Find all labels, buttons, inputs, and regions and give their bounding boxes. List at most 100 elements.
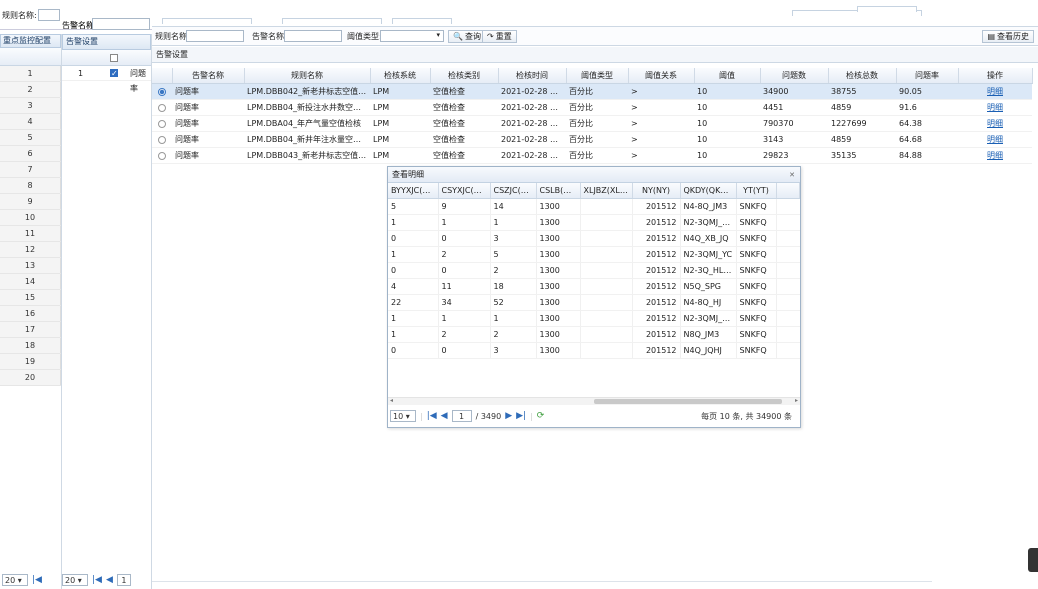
table-row[interactable]: 8 (0, 177, 61, 194)
table-row[interactable]: 9 (0, 193, 61, 210)
cell-op[interactable]: 明细 (958, 147, 1032, 164)
row-radio-cell[interactable] (152, 147, 172, 164)
col-header[interactable]: 告警名称 (172, 68, 245, 84)
cell-op[interactable]: 明细 (958, 131, 1032, 148)
table-row[interactable]: 0 0 3 1300 201512 N4Q_XB_JQ SNKFQ (388, 230, 800, 247)
col-header[interactable]: 检核时间 (498, 68, 567, 84)
row-radio-cell[interactable] (152, 115, 172, 132)
table-row[interactable]: 5 9 14 1300 201512 N4-8Q_JM3 SNKFQ (388, 198, 800, 215)
table-row[interactable]: 4 11 18 1300 201512 N5Q_SPG SNKFQ (388, 278, 800, 295)
detail-col-header[interactable]: CSLB(CSLB) (536, 183, 581, 199)
select-all-checkbox[interactable] (110, 54, 118, 62)
table-row[interactable]: 0 0 3 1300 201512 N4Q_JQHJ SNKFQ (388, 342, 800, 359)
detail-col-header[interactable]: BYYXJC(BYYXJC) (388, 183, 439, 199)
table-row[interactable]: 11 (0, 225, 61, 242)
col-header[interactable]: 问题数 (760, 68, 829, 84)
table-row[interactable]: 5 (0, 129, 61, 146)
table-row[interactable]: 1 (0, 66, 61, 82)
table-row[interactable]: 16 (0, 305, 61, 322)
table-row[interactable]: 13 (0, 257, 61, 274)
rule-name-input-left[interactable] (38, 9, 60, 21)
scroll-left-icon[interactable]: ◂ (390, 397, 393, 404)
view-history-button[interactable]: ▤ 查看历史 (982, 30, 1034, 43)
dialog-page-size-select[interactable]: 10 ▾ (390, 410, 416, 422)
cell-op[interactable]: 明细 (958, 99, 1032, 116)
detail-col-header[interactable]: XLJBZ(XLJBZ) (580, 183, 633, 199)
search-button[interactable]: 🔍 查询 (448, 30, 486, 43)
table-row[interactable]: 问题率 LPM.DBA04_年产气量空值检核 LPM 空值检查 2021-02-28 0… (152, 115, 1032, 132)
first-page-icon[interactable]: |◀ (32, 575, 42, 585)
table-row[interactable]: 15 (0, 289, 61, 306)
table-row[interactable]: 22 34 52 1300 201512 N4-8Q_HJ SNKFQ (388, 294, 800, 311)
table-row[interactable]: 问题率 LPM.DBB04_新投注水井数空值检核 LPM 空值检查 2021-02-28… (152, 99, 1032, 116)
col-header[interactable]: 规则名称 (244, 68, 371, 84)
col-header[interactable]: 检核总数 (828, 68, 897, 84)
next-page-icon[interactable]: ▶ (505, 411, 512, 421)
scroll-right-icon[interactable]: ▸ (795, 397, 798, 404)
rule-name-input[interactable] (186, 30, 244, 42)
prev-page-icon[interactable]: ◀ (441, 411, 448, 421)
col-header[interactable]: 阈值类型 (566, 68, 629, 84)
table-row[interactable]: 1 2 2 1300 201512 N8Q_JM3 SNKFQ (388, 326, 800, 343)
row-radio[interactable] (158, 87, 166, 96)
table-row[interactable]: 问题率 LPM.DBB042_新老井标志空值检核 LPM 空值检查 2021-02-28… (152, 83, 1032, 100)
detail-col-header[interactable]: QKDY(QKDY) (680, 183, 737, 199)
table-row[interactable]: 4 (0, 113, 61, 130)
first-page-icon[interactable]: |◀ (427, 411, 437, 421)
row-radio[interactable] (158, 119, 166, 128)
detail-col-header[interactable]: YT(YT) (736, 183, 777, 199)
alarm-first-page-icon[interactable]: |◀ (92, 575, 102, 585)
table-row[interactable]: 1111300201512N2-3QMJ_ZKD...SNKFQ (388, 214, 800, 231)
dialog-page-input[interactable]: 1 (451, 410, 472, 422)
table-row[interactable]: 问题率 LPM.DBB043_新老井标志空值检核 LPM 空值检查 2021-02-28… (152, 147, 1032, 164)
table-row[interactable]: 6 (0, 145, 61, 162)
reset-button[interactable]: ↷ 重置 (482, 30, 517, 43)
side-widget[interactable] (1028, 548, 1038, 572)
table-row[interactable]: 17 (0, 321, 61, 338)
detail-col-header[interactable]: CSZJC(CSZJC) (490, 183, 537, 199)
col-header[interactable]: 阈值关系 (628, 68, 695, 84)
scrollbar-thumb[interactable] (594, 399, 782, 404)
table-row[interactable]: 问题率 LPM.DBB04_新井年注水量空值检核 LPM 空值检查 2021-02-28… (152, 131, 1032, 148)
alarm-page-input[interactable]: 1 (116, 574, 131, 586)
row-radio-cell[interactable] (152, 99, 172, 116)
alarm-name-input[interactable] (284, 30, 342, 42)
col-header[interactable]: 检核类别 (430, 68, 499, 84)
table-row[interactable]: 10 (0, 209, 61, 226)
col-header[interactable]: 检核系统 (370, 68, 431, 84)
close-icon[interactable]: ✕ (789, 167, 795, 183)
table-row[interactable]: 20 (0, 369, 61, 386)
table-row[interactable]: 12 (0, 241, 61, 258)
detail-col-header[interactable]: NY(NY) (632, 183, 681, 199)
cell-op[interactable]: 明细 (958, 83, 1032, 100)
table-row[interactable]: 0 0 2 1300 201512 N2-3Q_HL_JQ SNKFQ (388, 262, 800, 279)
refresh-icon[interactable]: ⟳ (537, 411, 545, 421)
col-header[interactable]: 阈值 (694, 68, 761, 84)
row-radio[interactable] (158, 135, 166, 144)
alarm-prev-page-icon[interactable]: ◀ (106, 575, 113, 585)
table-row[interactable]: 3 (0, 97, 61, 114)
last-page-icon[interactable]: ▶| (516, 411, 526, 421)
table-row[interactable]: 7 (0, 161, 61, 178)
row-radio-cell[interactable] (152, 131, 172, 148)
detail-col-header[interactable]: CSYXJC(CSYXJC) (438, 183, 491, 199)
table-row[interactable]: 2 (0, 81, 61, 98)
col-header[interactable]: 问题率 (896, 68, 959, 84)
cell-op[interactable]: 明细 (958, 115, 1032, 132)
row-checkbox[interactable] (110, 66, 118, 81)
list-item[interactable]: 1 问题率 (62, 66, 151, 93)
threshold-type-select[interactable]: ▾ (380, 30, 444, 42)
row-radio-cell[interactable] (152, 83, 172, 100)
table-row[interactable]: 14 (0, 273, 61, 290)
row-radio[interactable] (158, 103, 166, 112)
alarm-page-size-select[interactable]: 20 ▾ (62, 574, 88, 586)
table-row[interactable]: 1 2 5 1300 201512 N2-3QMJ_YC SNKFQ (388, 246, 800, 263)
col-header[interactable]: 操作 (958, 68, 1033, 84)
page-size-select[interactable]: 20 ▾ (2, 574, 28, 586)
table-row[interactable]: 1111300201512N2-3QMJ_XK_LJSNKFQ (388, 310, 800, 327)
table-row[interactable]: 18 (0, 337, 61, 354)
table-row[interactable]: 19 (0, 353, 61, 370)
horizontal-scrollbar[interactable]: ◂ ▸ (388, 397, 800, 405)
row-radio[interactable] (158, 151, 166, 160)
alarm-name-input-mid[interactable] (92, 18, 150, 30)
